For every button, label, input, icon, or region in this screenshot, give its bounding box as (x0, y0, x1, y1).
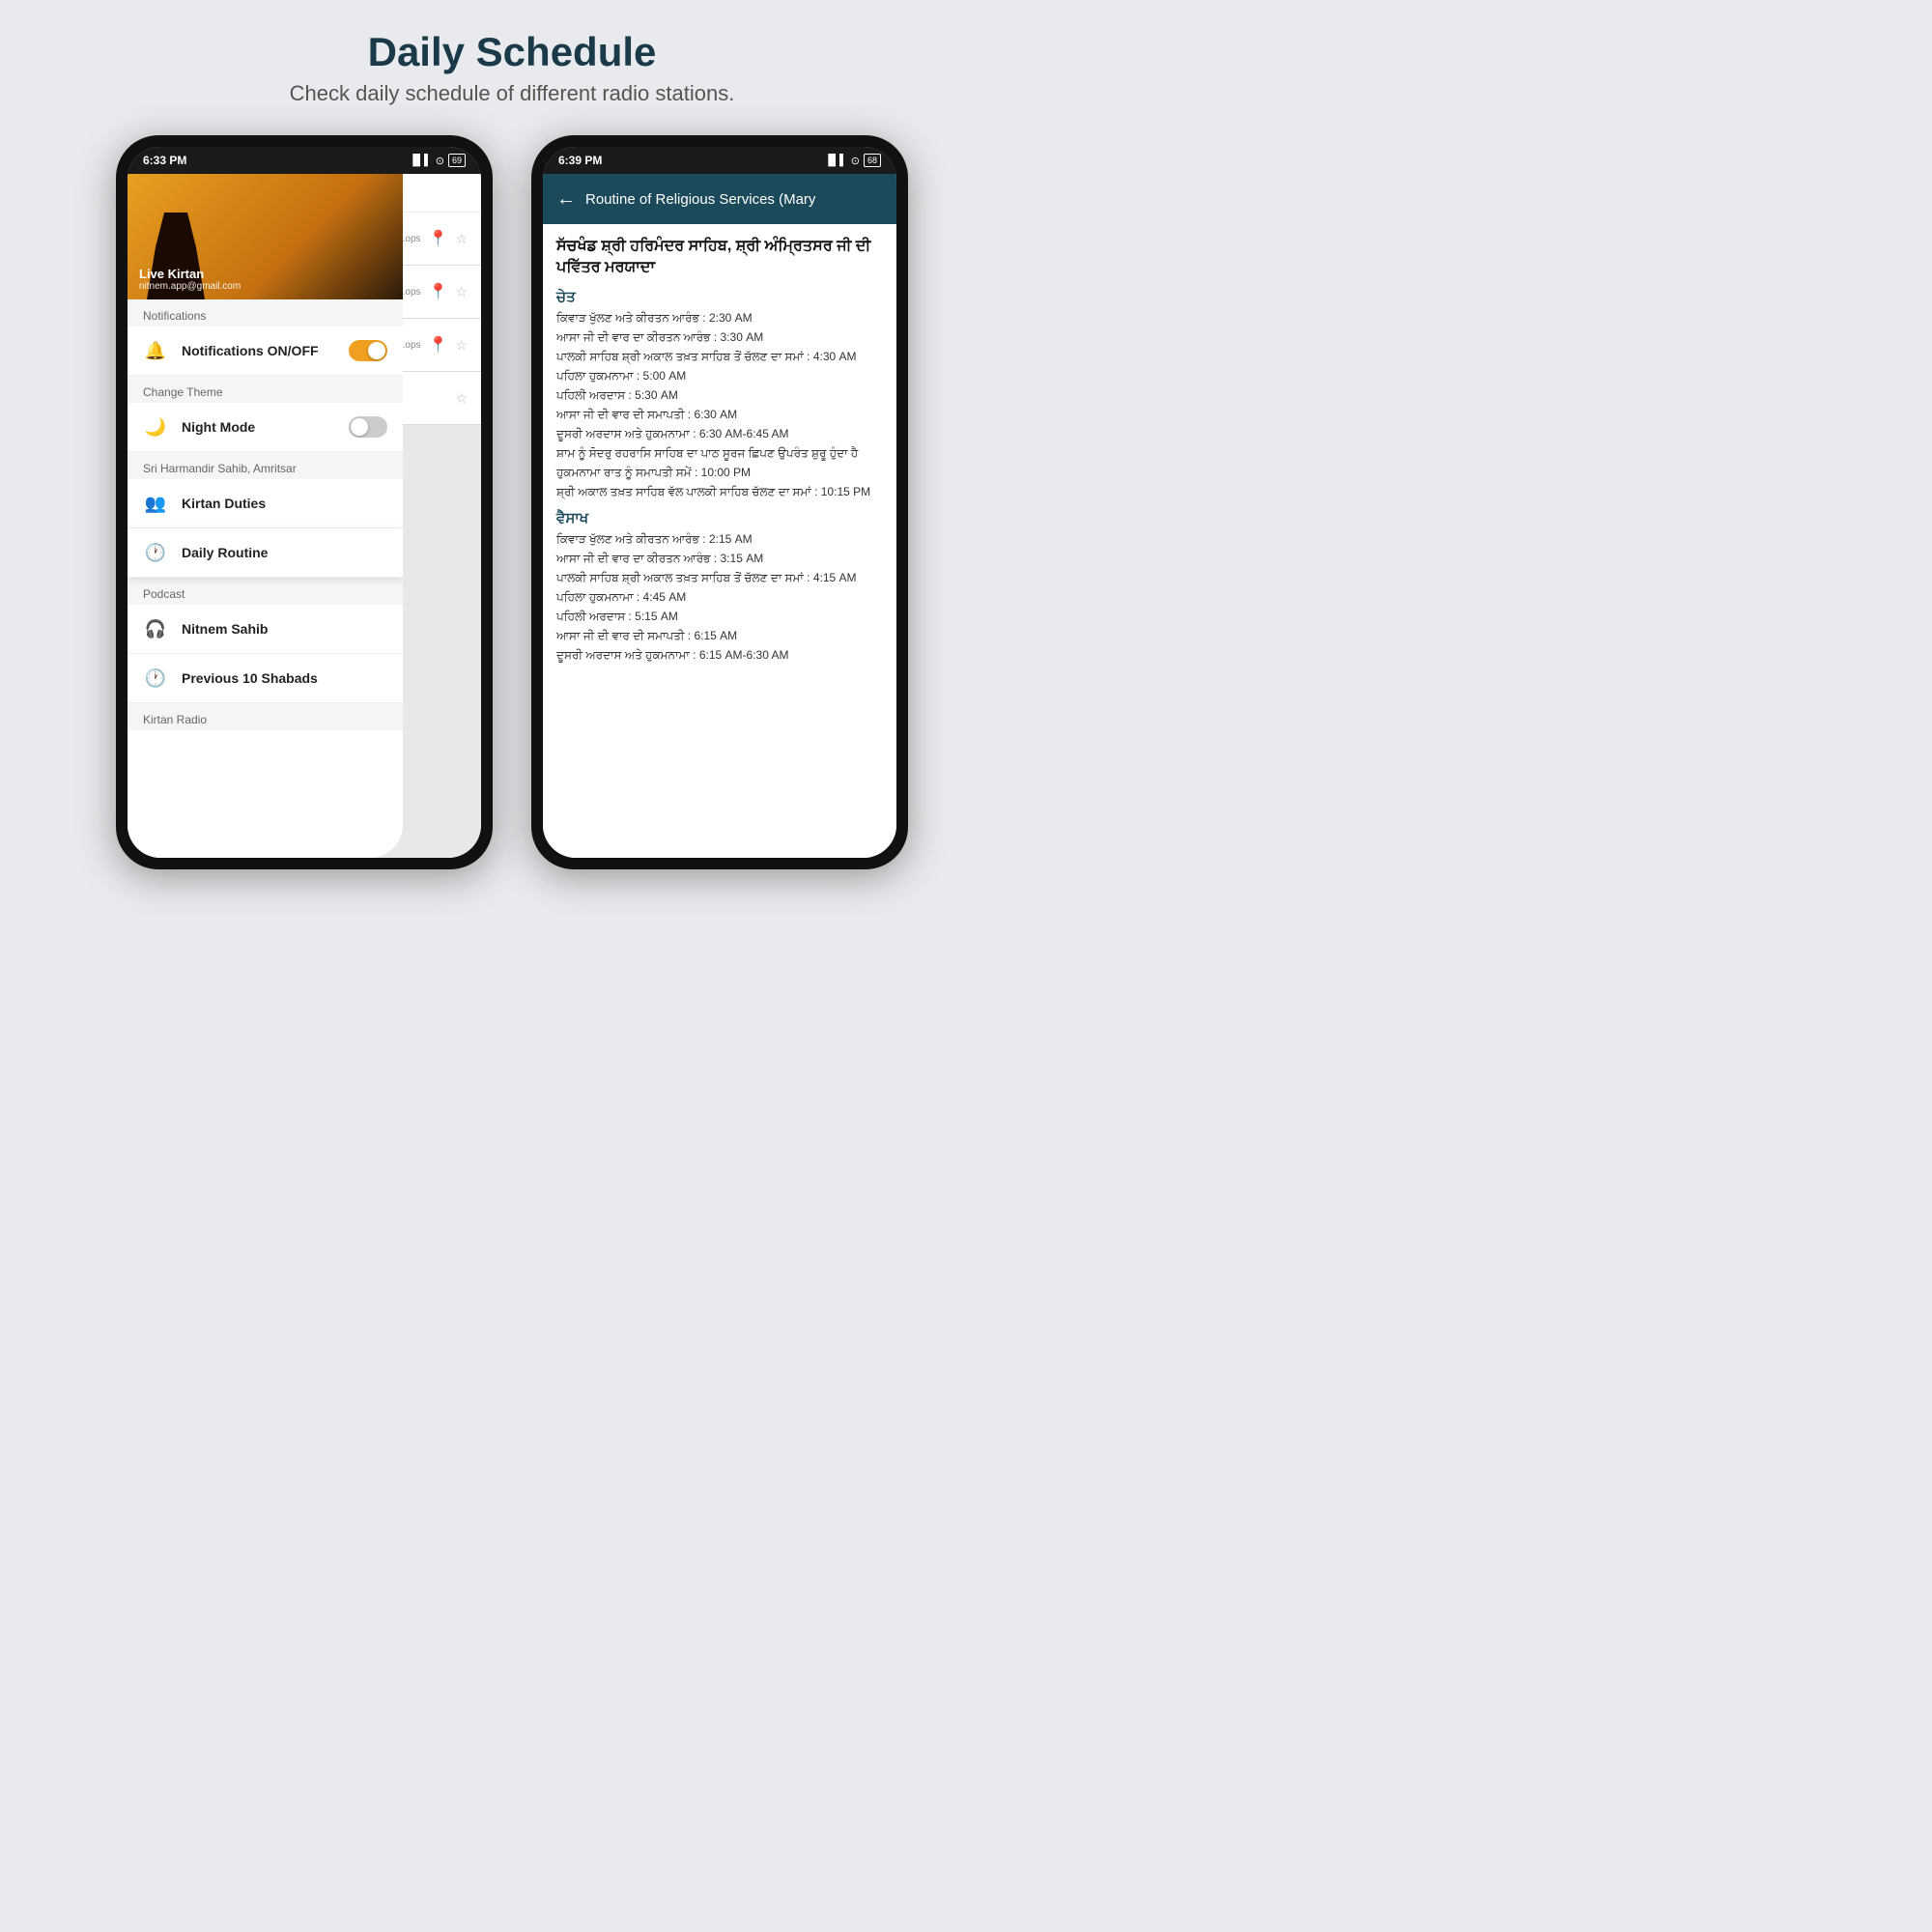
bell-icon: 🔔 (143, 338, 168, 363)
hero-name: Live Kirtan (139, 267, 241, 281)
right-wifi-icon: ⊙ (851, 155, 860, 167)
schedule-item-0-4: ਪਹਿਲੀ ਅਰਦਾਸ : 5:30 AM (556, 386, 883, 404)
schedule-item-1-3: ਪਹਿਲਾ ਹੁਕਮਨਾਮਾ : 4:45 AM (556, 588, 883, 606)
harmandir-section-label: Sri Harmandir Sahib, Amritsar (128, 452, 403, 479)
left-status-icons: ▐▌▌ ⊙ 69 (409, 154, 466, 167)
pin-icon-3: 📍 (429, 335, 448, 355)
schedule-item-0-5: ਆਸਾ ਜੀ ਦੀ ਵਾਰ ਦੀ ਸਮਾਪਤੀ : 6:30 AM (556, 406, 883, 423)
app-bar-title: Routine of Religious Services (Mary (585, 191, 883, 208)
nitnem-sahib-label: Nitnem Sahib (182, 621, 268, 637)
schedule-item-1-5: ਆਸਾ ਜੀ ਦੀ ਵਾਰ ਦੀ ਸਮਾਪਤੀ : 6:15 AM (556, 627, 883, 644)
phones-row: 6:33 PM ▐▌▌ ⊙ 69 🌐 ⋮ ...ops 📍 (116, 135, 908, 869)
night-mode-item[interactable]: 🌙 Night Mode (128, 403, 403, 452)
back-button[interactable]: ← (556, 188, 576, 211)
content-main-title: ਸੱਚਖੰਡ ਸ਼੍ਰੀ ਹਰਿਮੰਦਰ ਸਾਹਿਬ, ਸ਼੍ਰੀ ਅੰਮ੍ਰਿ… (556, 236, 883, 279)
battery-indicator: 69 (448, 154, 466, 167)
star-icon-3: ☆ (455, 337, 468, 354)
schedule-item-1-0: ਕਿਵਾੜ ਖੁੱਲਣ ਅਤੇ ਕੀਰਤਨ ਆਰੰਭ : 2:15 AM (556, 530, 883, 548)
kirtan-duties-item[interactable]: 👥 Kirtan Duties (128, 479, 403, 528)
left-status-bar: 6:33 PM ▐▌▌ ⊙ 69 (128, 147, 481, 174)
right-content: ਸੱਚਖੰਡ ਸ਼੍ਰੀ ਹਰਿਮੰਦਰ ਸਾਹਿਬ, ਸ਼੍ਰੀ ਅੰਮ੍ਰਿ… (543, 224, 896, 858)
star-icon-2: ☆ (455, 284, 468, 300)
right-phone-inner: 6:39 PM ▐▌▌ ⊙ 68 ← Routine of Religious … (543, 147, 896, 858)
schedule-sections: ਚੇਤਕਿਵਾੜ ਖੁੱਲਣ ਅਤੇ ਕੀਰਤਨ ਆਰੰਭ : 2:30 AMਆ… (556, 289, 883, 664)
hero-text: Live Kirtan nitnem.app@gmail.com (139, 267, 241, 292)
schedule-item-1-2: ਪਾਲਕੀ ਸਾਹਿਬ ਸ਼੍ਰੀ ਅਕਾਲ ਤਖ਼ਤ ਸਾਹਿਬ ਤੋਂ ਚੱ… (556, 569, 883, 586)
moon-icon: 🌙 (143, 414, 168, 440)
page-title: Daily Schedule (368, 29, 657, 75)
schedule-item-0-3: ਪਹਿਲਾ ਹੁਕਮਨਾਮਾ : 5:00 AM (556, 367, 883, 384)
night-mode-toggle[interactable] (349, 416, 387, 438)
kirtan-radio-section-label: Kirtan Radio (128, 703, 403, 730)
schedule-section-1: ਵੈਸਾਖ ਕਿਵਾੜ ਖੁੱਲਣ ਅਤੇ ਕੀਰਤਨ ਆਰੰਭ : 2:15 A… (556, 510, 883, 664)
star-icon-4: ☆ (455, 390, 468, 407)
left-phone-inner: 6:33 PM ▐▌▌ ⊙ 69 🌐 ⋮ ...ops 📍 (128, 147, 481, 858)
right-status-bar: 6:39 PM ▐▌▌ ⊙ 68 (543, 147, 896, 174)
schedule-section-0: ਚੇਤਕਿਵਾੜ ਖੁੱਲਣ ਅਤੇ ਕੀਰਤਨ ਆਰੰਭ : 2:30 AMਆ… (556, 289, 883, 500)
schedule-item-0-7: ਸ਼ਾਮ ਨੂੰ ਸੋਦਰੁ ਰਹਰਾਸਿ ਸਾਹਿਬ ਦਾ ਪਾਠ ਸੂਰਜ … (556, 444, 883, 462)
left-time: 6:33 PM (143, 154, 186, 167)
notifications-toggle-item[interactable]: 🔔 Notifications ON/OFF (128, 327, 403, 376)
hero-email: nitnem.app@gmail.com (139, 281, 241, 292)
podcast-section-label: Podcast (128, 578, 403, 605)
signal-icon: ▐▌▌ (409, 155, 431, 166)
notifications-toggle-label: Notifications ON/OFF (182, 343, 319, 358)
kirtan-duties-label: Kirtan Duties (182, 496, 266, 511)
nitnem-sahib-item[interactable]: 🎧 Nitnem Sahib (128, 605, 403, 654)
right-status-icons: ▐▌▌ ⊙ 68 (824, 154, 881, 167)
schedule-item-1-4: ਪਹਿਲੀ ਅਰਦਾਸ : 5:15 AM (556, 608, 883, 625)
wifi-icon: ⊙ (436, 155, 444, 167)
right-battery-indicator: 68 (864, 154, 881, 167)
schedule-item-0-8: ਹੁਕਮਨਾਮਾ ਰਾਤ ਨੂੰ ਸਮਾਪਤੀ ਸਮੇਂ : 10:00 PM (556, 464, 883, 481)
clock-icon: 🕐 (143, 540, 168, 565)
menu-list: Notifications 🔔 Notifications ON/OFF Cha… (128, 299, 403, 730)
previous-shabads-item[interactable]: 🕐 Previous 10 Shabads (128, 654, 403, 703)
change-theme-section-label: Change Theme (128, 376, 403, 403)
daily-routine-label: Daily Routine (182, 545, 268, 560)
page-subtitle: Check daily schedule of different radio … (290, 81, 735, 106)
side-drawer: Live Kirtan nitnem.app@gmail.com Notific… (128, 174, 403, 858)
previous-shabads-label: Previous 10 Shabads (182, 670, 318, 686)
hero-section: Live Kirtan nitnem.app@gmail.com (128, 174, 403, 299)
star-icon-1: ☆ (455, 231, 468, 247)
section-heading-0: ਚੇਤ (556, 289, 883, 305)
section-heading-1: ਵੈਸਾਖ (556, 510, 883, 526)
history-icon: 🕐 (143, 666, 168, 691)
notifications-section-label: Notifications (128, 299, 403, 327)
schedule-item-1-6: ਦੂਸਰੀ ਅਰਦਾਸ ਅਤੇ ਹੁਕਮਨਾਮਾ : 6:15 AM-6:30 … (556, 646, 883, 664)
schedule-item-0-9: ਸ਼੍ਰੀ ਅਕਾਲ ਤਖ਼ਤ ਸਾਹਿਬ ਵੱਲ ਪਾਲਕੀ ਸਾਹਿਬ ਚੱ… (556, 483, 883, 500)
schedule-item-0-0: ਕਿਵਾੜ ਖੁੱਲਣ ਅਤੇ ਕੀਰਤਨ ਆਰੰਭ : 2:30 AM (556, 309, 883, 327)
right-time: 6:39 PM (558, 154, 602, 167)
pin-icon-1: 📍 (429, 229, 448, 248)
schedule-item-1-1: ਆਸਾ ਜੀ ਦੀ ਵਾਰ ਦਾ ਕੀਰਤਨ ਆਰੰਭ : 3:15 AM (556, 550, 883, 567)
group-icon: 👥 (143, 491, 168, 516)
schedule-item-0-6: ਦੂਸਰੀ ਅਰਦਾਸ ਅਤੇ ਹੁਕਮਨਾਮਾ : 6:30 AM-6:45 … (556, 425, 883, 442)
left-phone: 6:33 PM ▐▌▌ ⊙ 69 🌐 ⋮ ...ops 📍 (116, 135, 493, 869)
right-signal-icon: ▐▌▌ (824, 155, 846, 166)
pin-icon-2: 📍 (429, 282, 448, 301)
headphone-icon: 🎧 (143, 616, 168, 641)
schedule-item-0-1: ਆਸਾ ਜੀ ਦੀ ਵਾਰ ਦਾ ਕੀਰਤਨ ਆਰੰਭ : 3:30 AM (556, 328, 883, 346)
notifications-toggle[interactable] (349, 340, 387, 361)
schedule-item-0-2: ਪਾਲਕੀ ਸਾਹਿਬ ਸ਼੍ਰੀ ਅਕਾਲ ਤਖ਼ਤ ਸਾਹਿਬ ਤੋਂ ਚੱ… (556, 348, 883, 365)
right-app-bar: ← Routine of Religious Services (Mary (543, 174, 896, 224)
right-phone: 6:39 PM ▐▌▌ ⊙ 68 ← Routine of Religious … (531, 135, 908, 869)
night-mode-label: Night Mode (182, 419, 255, 435)
daily-routine-item[interactable]: 🕐 Daily Routine (128, 528, 403, 578)
